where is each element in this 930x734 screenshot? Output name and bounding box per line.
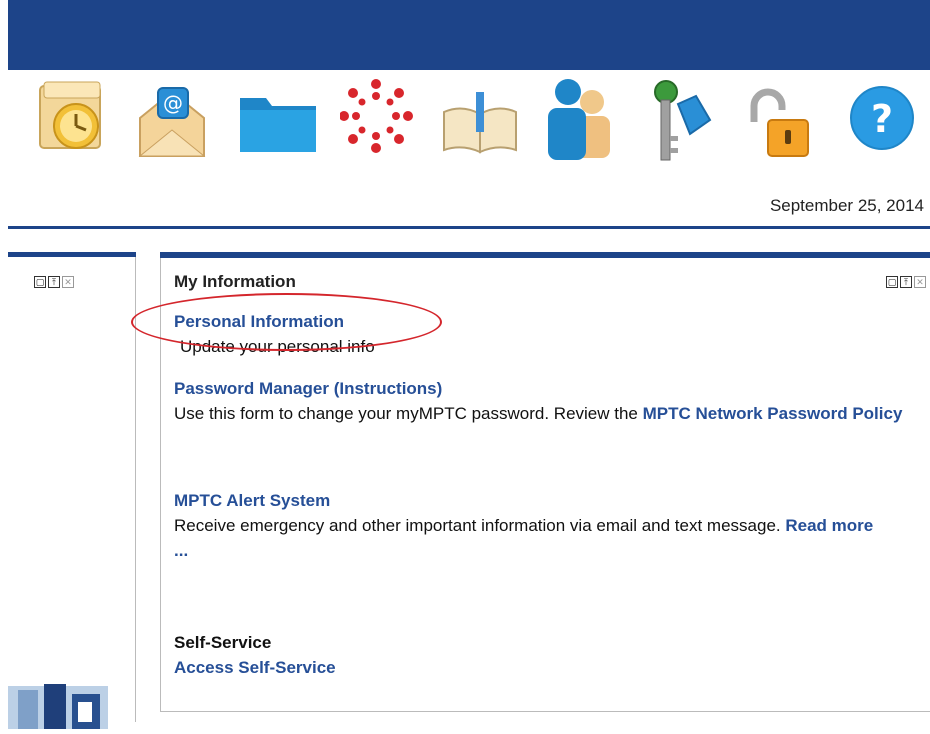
portlet-controls: ▢ ⤒ ✕ xyxy=(886,276,926,288)
alert-system-link[interactable]: MPTC Alert System xyxy=(174,491,330,510)
folder-icon[interactable] xyxy=(236,78,316,178)
maximize-icon[interactable]: ▢ xyxy=(886,276,898,288)
svg-text:@: @ xyxy=(163,91,183,115)
access-self-service-link[interactable]: Access Self-Service xyxy=(174,658,336,677)
left-portlet: ▢ ⤒ ✕ xyxy=(8,252,136,722)
alert-block: MPTC Alert System Receive emergency and … xyxy=(174,488,874,563)
portlet-title: My Information xyxy=(174,272,296,291)
password-block: Password Manager (Instructions) Use this… xyxy=(174,376,914,426)
maximize-icon[interactable]: ▢ xyxy=(34,276,46,288)
partial-logo-image xyxy=(8,680,110,729)
email-icon[interactable]: @ xyxy=(136,78,210,178)
top-banner xyxy=(8,0,930,70)
password-desc: Use this form to change your myMPTC pass… xyxy=(174,404,638,423)
minimize-icon[interactable]: ⤒ xyxy=(900,276,912,288)
left-portlet-controls: ▢ ⤒ ✕ xyxy=(34,276,74,288)
unlock-icon[interactable] xyxy=(744,78,818,178)
password-manager-link[interactable]: Password Manager xyxy=(174,379,329,398)
help-glyph: ? xyxy=(871,97,893,141)
close-icon[interactable]: ✕ xyxy=(914,276,926,288)
library-book-icon[interactable] xyxy=(440,78,517,178)
password-instructions-link[interactable]: (Instructions) xyxy=(334,379,443,398)
app-toolbar: @ ? xyxy=(8,78,930,188)
minimize-icon[interactable]: ⤒ xyxy=(48,276,60,288)
outlook-calendar-icon[interactable] xyxy=(36,78,110,178)
help-icon[interactable]: ? xyxy=(846,78,920,178)
header-divider xyxy=(8,226,930,229)
keys-icon[interactable] xyxy=(644,78,718,178)
self-service-block: Self-Service Access Self-Service xyxy=(174,630,336,680)
current-date: September 25, 2014 xyxy=(769,196,924,215)
alert-desc: Receive emergency and other important in… xyxy=(174,516,781,535)
directory-people-icon[interactable] xyxy=(540,78,614,178)
close-icon[interactable]: ✕ xyxy=(62,276,74,288)
highlight-annotation xyxy=(131,293,442,351)
password-policy-link[interactable]: MPTC Network Password Policy xyxy=(643,404,903,423)
canvas-icon[interactable] xyxy=(340,78,414,178)
self-service-heading: Self-Service xyxy=(174,633,272,652)
left-portlet-header-bar xyxy=(8,252,136,257)
